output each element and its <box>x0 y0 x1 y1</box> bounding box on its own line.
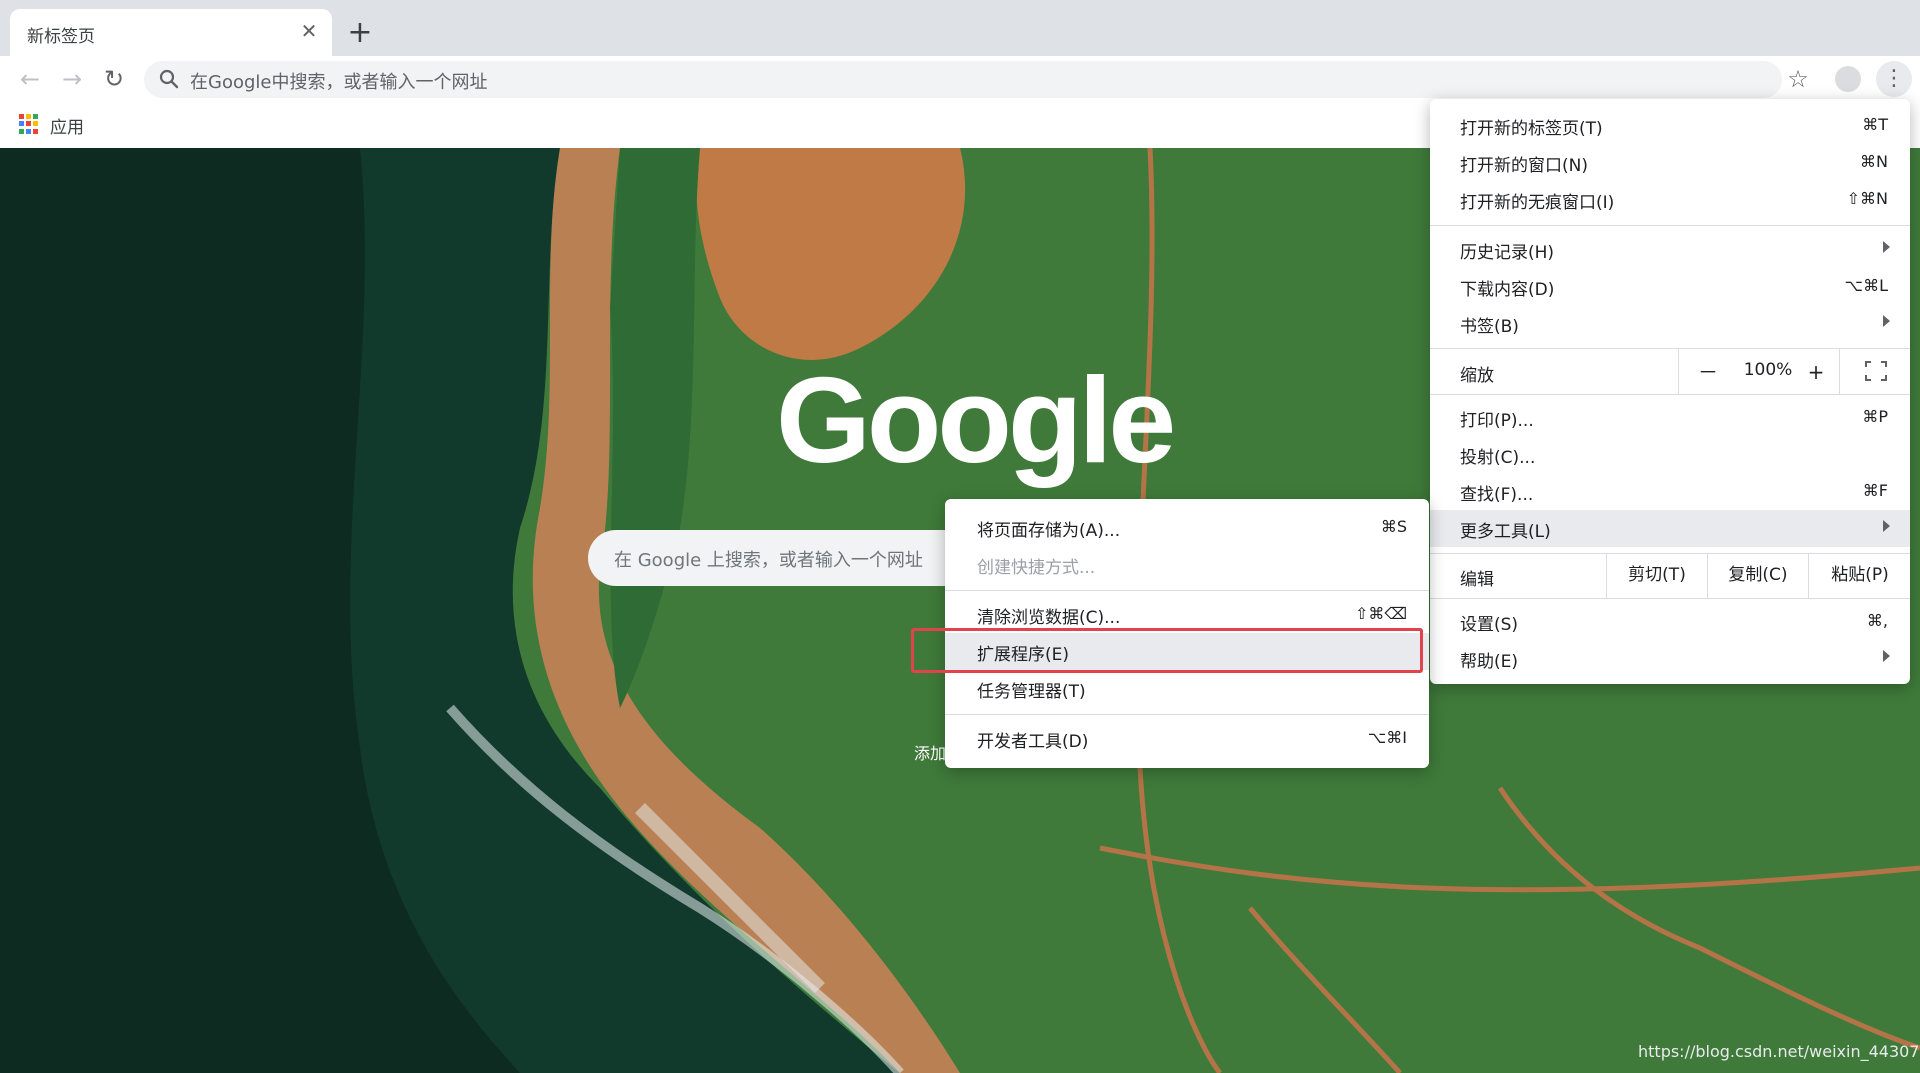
apps-grid-icon[interactable] <box>19 114 39 134</box>
reload-icon[interactable]: ↻ <box>96 61 132 97</box>
menu-item-shortcut: ⌘, <box>1866 611 1888 630</box>
menu-item-shortcut: ⌘T <box>1862 115 1888 134</box>
menu-separator <box>945 590 1429 591</box>
menu-separator <box>1430 225 1910 226</box>
copy-button[interactable]: 复制(C) <box>1707 553 1808 598</box>
zoom-level: 100% <box>1743 360 1793 380</box>
omnibox[interactable]: 在Google中搜索，或者输入一个网址 <box>144 61 1782 98</box>
bookmark-star-icon[interactable]: ☆ <box>1780 61 1816 97</box>
menu-item-label: 更多工具(L) <box>1460 522 1551 542</box>
add-shortcut-label[interactable]: 添加 <box>914 740 946 764</box>
extensions-highlight-box <box>911 628 1423 673</box>
submenu-item-label: 将页面存储为(A)... <box>977 521 1121 541</box>
zoom-in-button[interactable]: + <box>1801 357 1831 387</box>
ntp-search-placeholder: 在 Google 上搜索，或者输入一个网址 <box>614 550 923 571</box>
menu-item-shortcut: ⌘P <box>1862 407 1888 426</box>
menu-item-more-tools[interactable]: 更多工具(L) <box>1430 510 1910 547</box>
menu-item-label: 打印(P)... <box>1460 411 1534 431</box>
edit-row: 编辑 剪切(T) 复制(C) 粘贴(P) <box>1430 553 1910 598</box>
menu-item-label: 打开新的无痕窗口(I) <box>1460 193 1615 213</box>
submenu-item-shortcut: ⌥⌘I <box>1367 728 1407 747</box>
submenu-item-dev-tools[interactable]: 开发者工具(D) ⌥⌘I <box>945 720 1429 757</box>
menu-item-label: 设置(S) <box>1460 615 1519 635</box>
menu-item-shortcut: ⇧⌘N <box>1846 189 1888 208</box>
submenu-item-label: 任务管理器(T) <box>977 682 1086 702</box>
paste-button[interactable]: 粘贴(P) <box>1808 553 1911 598</box>
tab-new-tab[interactable]: 新标签页 ✕ <box>10 9 332 56</box>
zoom-controls: － 100% + <box>1678 349 1911 394</box>
menu-item-label: 书签(B) <box>1460 317 1519 337</box>
menu-item-history[interactable]: 历史记录(H) <box>1430 231 1910 268</box>
back-icon[interactable]: ← <box>12 61 48 97</box>
fullscreen-icon[interactable] <box>1865 361 1887 381</box>
watermark-text: https://blog.csdn.net/weixin_44307065 <box>1638 1042 1920 1061</box>
edit-label: 编辑 <box>1460 570 1494 590</box>
menu-item-shortcut: ⌥⌘L <box>1844 276 1888 295</box>
tab-title: 新标签页 <box>27 27 95 47</box>
zoom-divider <box>1839 349 1840 394</box>
menu-separator <box>1430 394 1910 395</box>
zoom-row: 缩放 － 100% + <box>1430 349 1910 394</box>
submenu-arrow-icon <box>1883 650 1890 662</box>
submenu-item-shortcut: ⌘S <box>1380 517 1407 536</box>
menu-item-label: 帮助(E) <box>1460 652 1519 672</box>
profile-avatar[interactable] <box>1835 66 1861 92</box>
menu-item-label: 打开新的窗口(N) <box>1460 156 1588 176</box>
menu-item-new-tab[interactable]: 打开新的标签页(T) ⌘T <box>1430 107 1910 144</box>
tab-strip: 新标签页 ✕ + <box>0 0 1920 56</box>
submenu-item-label: 创建快捷方式... <box>977 558 1096 578</box>
menu-item-new-window[interactable]: 打开新的窗口(N) ⌘N <box>1430 144 1910 181</box>
submenu-item-label: 清除浏览数据(C)... <box>977 608 1121 628</box>
menu-item-downloads[interactable]: 下载内容(D) ⌥⌘L <box>1430 268 1910 305</box>
omnibox-placeholder: 在Google中搜索，或者输入一个网址 <box>190 72 488 93</box>
menu-item-label: 历史记录(H) <box>1460 243 1555 263</box>
new-tab-button[interactable]: + <box>340 14 380 54</box>
menu-item-incognito[interactable]: 打开新的无痕窗口(I) ⇧⌘N <box>1430 181 1910 218</box>
close-icon[interactable]: ✕ <box>296 18 322 44</box>
menu-item-shortcut: ⌘F <box>1862 481 1888 500</box>
menu-separator <box>945 714 1429 715</box>
search-icon <box>159 69 179 89</box>
zoom-out-button[interactable]: － <box>1693 357 1723 387</box>
menu-item-label: 投射(C)... <box>1460 448 1536 468</box>
menu-item-find[interactable]: 查找(F)... ⌘F <box>1430 473 1910 510</box>
menu-item-label: 打开新的标签页(T) <box>1460 119 1603 139</box>
google-logo: Google <box>776 352 1176 488</box>
cut-button[interactable]: 剪切(T) <box>1606 553 1707 598</box>
forward-icon[interactable]: → <box>54 61 90 97</box>
menu-item-help[interactable]: 帮助(E) <box>1430 640 1910 677</box>
submenu-item-save-page[interactable]: 将页面存储为(A)... ⌘S <box>945 509 1429 546</box>
chrome-menu-button[interactable]: ⋮ <box>1876 61 1912 97</box>
menu-item-label: 查找(F)... <box>1460 485 1534 505</box>
submenu-item-create-shortcut[interactable]: 创建快捷方式... <box>945 546 1429 583</box>
submenu-item-shortcut: ⇧⌘⌫ <box>1354 604 1407 623</box>
submenu-item-label: 开发者工具(D) <box>977 732 1089 752</box>
menu-item-settings[interactable]: 设置(S) ⌘, <box>1430 603 1910 640</box>
menu-item-bookmarks[interactable]: 书签(B) <box>1430 305 1910 342</box>
submenu-arrow-icon <box>1883 241 1890 253</box>
submenu-arrow-icon <box>1883 315 1890 327</box>
chrome-main-menu: 打开新的标签页(T) ⌘T 打开新的窗口(N) ⌘N 打开新的无痕窗口(I) ⇧… <box>1430 99 1910 684</box>
zoom-label: 缩放 <box>1460 366 1494 386</box>
submenu-item-task-manager[interactable]: 任务管理器(T) <box>945 670 1429 707</box>
toolbar: ← → ↻ 在Google中搜索，或者输入一个网址 ☆ ⋮ <box>0 56 1920 102</box>
menu-item-print[interactable]: 打印(P)... ⌘P <box>1430 399 1910 436</box>
menu-item-label: 下载内容(D) <box>1460 280 1555 300</box>
menu-item-shortcut: ⌘N <box>1860 152 1888 171</box>
submenu-arrow-icon <box>1883 520 1890 532</box>
apps-label[interactable]: 应用 <box>50 113 84 138</box>
menu-item-cast[interactable]: 投射(C)... <box>1430 436 1910 473</box>
menu-separator <box>1430 598 1910 599</box>
